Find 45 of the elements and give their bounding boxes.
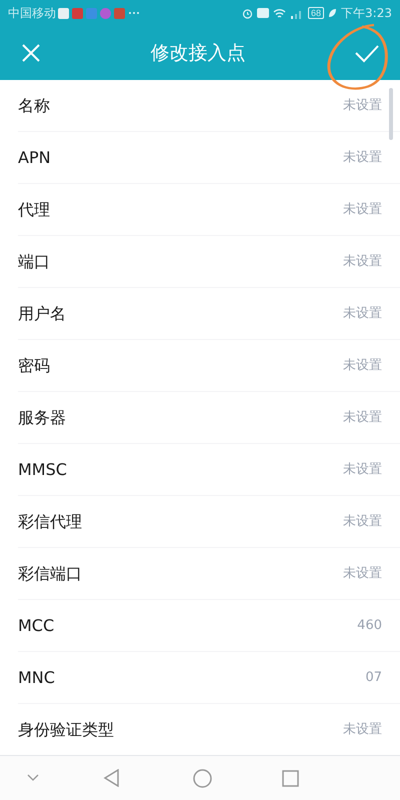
app-icon <box>72 8 83 18</box>
setting-value: 460 <box>357 616 382 635</box>
setting-label[interactable]: 端口 <box>18 250 50 274</box>
setting-value: 未设置 <box>343 564 382 583</box>
wifi-icon <box>273 8 286 18</box>
app-icon <box>86 8 97 18</box>
setting-label[interactable]: 名称 <box>18 94 50 118</box>
setting-value: 07 <box>365 668 382 687</box>
setting-value: 未设置 <box>343 460 382 479</box>
app-icon <box>100 8 111 18</box>
setting-value: 未设置 <box>343 200 382 219</box>
setting-label[interactable]: MNC <box>18 666 55 690</box>
setting-label[interactable]: MMSC <box>18 458 67 482</box>
clock-time: 下午3:23 <box>341 5 392 22</box>
app-icon <box>114 8 125 18</box>
setting-label[interactable]: 彩信端口 <box>18 562 82 586</box>
scroll-bar <box>389 88 393 140</box>
setting-value: 未设置 <box>343 721 382 740</box>
alarm-icon <box>242 8 254 18</box>
setting-value: 未设置 <box>343 304 382 323</box>
carrier-name: 中国移动 <box>8 5 56 22</box>
setting-value: 未设置 <box>343 252 382 271</box>
setting-label[interactable]: 密码 <box>18 354 50 378</box>
battery-level: 68 <box>308 7 324 19</box>
setting-label[interactable]: 彩信代理 <box>18 510 82 534</box>
more-icon <box>128 11 140 15</box>
back-icon[interactable] <box>103 769 120 787</box>
leaf-icon <box>328 8 338 18</box>
page-title: 修改接入点 <box>150 40 246 66</box>
setting-label[interactable]: 服务器 <box>18 406 66 430</box>
setting-label[interactable]: 用户名 <box>18 302 66 326</box>
setting-value: 未设置 <box>343 96 382 115</box>
app-icon <box>58 8 69 18</box>
setting-label[interactable]: 代理 <box>18 198 50 222</box>
setting-value: 未设置 <box>343 512 382 531</box>
setting-value: 未设置 <box>343 148 382 167</box>
close-button[interactable] <box>20 42 42 64</box>
setting-label[interactable]: MCC <box>18 614 54 638</box>
setting-value: 未设置 <box>343 408 382 427</box>
setting-value: 未设置 <box>343 356 382 375</box>
recents-icon[interactable] <box>282 770 299 786</box>
setting-label[interactable]: 身份验证类型 <box>18 718 114 742</box>
home-icon[interactable] <box>193 768 212 788</box>
chevron-down-icon[interactable] <box>27 774 39 782</box>
setting-label[interactable]: APN <box>18 146 51 170</box>
